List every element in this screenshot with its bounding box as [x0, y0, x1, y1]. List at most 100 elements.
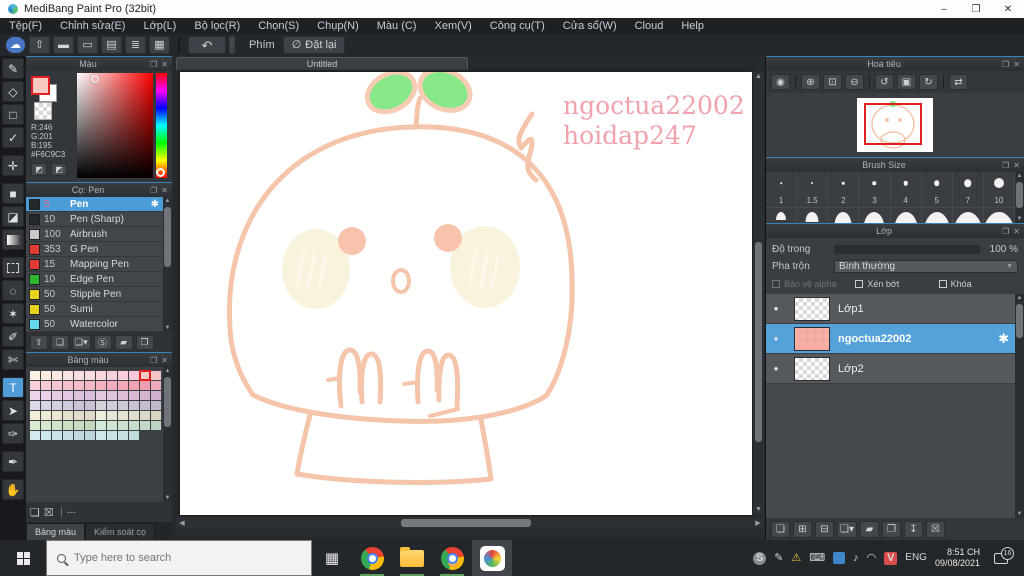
brush-settings-gear-icon[interactable]: ✱	[151, 199, 159, 210]
palette-swatch[interactable]	[96, 431, 106, 440]
close-icon[interactable]: ✕	[1013, 161, 1020, 170]
add-layer-button[interactable]: ❏	[771, 520, 790, 538]
brush-size-option[interactable]	[828, 208, 860, 223]
toolbar-drag-handle[interactable]: ⋮	[229, 36, 236, 54]
palette-swatch[interactable]	[30, 431, 40, 440]
palette-swatch[interactable]	[52, 381, 62, 390]
publish-icon[interactable]: ⇧	[29, 36, 50, 54]
brush-size-option[interactable]	[891, 208, 922, 223]
palette-swatch[interactable]	[41, 411, 51, 420]
tool-select-eraser[interactable]: ✄	[2, 349, 24, 370]
palette-swatch[interactable]	[129, 401, 139, 410]
palette-swatch[interactable]	[151, 371, 161, 380]
tool-shape[interactable]: □	[2, 104, 24, 125]
blend-mode-select[interactable]: Bình thường ▼	[834, 260, 1018, 273]
brush-item[interactable]: 5 Pen ✱	[26, 197, 163, 212]
duplicate-brush-button[interactable]: ❐	[135, 334, 154, 350]
navigator-thumbnail[interactable]	[857, 98, 933, 152]
menu-item-0[interactable]: Tệp(F)	[0, 20, 51, 32]
touch-keyboard-icon[interactable]: ⌨	[809, 552, 825, 564]
delete-layer-button[interactable]: ☒	[925, 520, 945, 538]
palette-swatch[interactable]	[96, 421, 106, 430]
brush-size-option[interactable]: 2	[828, 172, 860, 208]
opacity-slider[interactable]	[834, 245, 980, 254]
palette-swatch[interactable]	[85, 401, 95, 410]
menu-item-3[interactable]: Bộ lọc(R)	[185, 20, 249, 32]
add-1bit-layer-button[interactable]: ⊟	[815, 520, 834, 538]
document-tab[interactable]: Untitled	[176, 57, 468, 70]
layer-visibility-dot[interactable]: ●	[766, 334, 786, 343]
palette-swatch[interactable]	[151, 401, 161, 410]
tool-control-pen[interactable]: ✓	[2, 127, 24, 148]
tool-pen[interactable]: ✎	[2, 58, 24, 79]
layer-row[interactable]: ● ngoctua22002 ✱	[766, 324, 1015, 354]
menu-item-2[interactable]: Lớp(L)	[134, 20, 185, 32]
popout-icon[interactable]: ❐	[150, 60, 157, 69]
palette-swatch[interactable]	[41, 401, 51, 410]
color-history-button[interactable]: ◩	[31, 163, 47, 176]
reset-rotation-button[interactable]: ▣	[897, 74, 916, 90]
close-icon[interactable]: ✕	[161, 186, 168, 195]
palette-swatch[interactable]	[30, 381, 40, 390]
layer-row[interactable]: ● Lớp2	[766, 354, 1015, 384]
lock-checkbox[interactable]: Khóa	[938, 279, 1018, 289]
palette-swatch[interactable]	[151, 411, 161, 420]
close-icon[interactable]: ✕	[161, 356, 168, 365]
tool-marquee[interactable]	[2, 257, 24, 278]
palette-swatch[interactable]	[41, 421, 51, 430]
palette-swatch[interactable]	[85, 391, 95, 400]
hue-slider-marker[interactable]	[156, 168, 165, 177]
undo-button[interactable]: ↶	[188, 36, 226, 54]
brush-folder-button[interactable]: ▰	[114, 334, 133, 350]
security-warning-icon[interactable]: ⚠	[791, 552, 801, 564]
protect-alpha-checkbox[interactable]: Bảo vệ alpha	[772, 279, 851, 289]
tool-text[interactable]: T	[2, 377, 24, 398]
palette-swatch[interactable]	[52, 391, 62, 400]
add-script-brush-button[interactable]: Ⓢ	[93, 334, 112, 350]
palette-swatch[interactable]	[140, 381, 150, 390]
menu-item-8[interactable]: Công cụ(T)	[481, 20, 554, 32]
tool-divide[interactable]: ✑	[2, 423, 24, 444]
palette-swatch[interactable]	[96, 391, 106, 400]
tool-select-pen[interactable]: ✐	[2, 326, 24, 347]
popout-icon[interactable]: ❐	[150, 186, 157, 195]
layer-settings-gear-icon[interactable]: ✱	[998, 331, 1009, 347]
tool-hand[interactable]: ✋	[2, 479, 24, 500]
palette-swatch[interactable]	[63, 421, 73, 430]
tool-gradient[interactable]	[2, 229, 24, 250]
palette-swatch[interactable]	[52, 421, 62, 430]
brush-item[interactable]: 50 Watercolor	[26, 317, 163, 332]
palette-swatch[interactable]	[96, 371, 106, 380]
palette-swatch[interactable]	[107, 371, 117, 380]
restore-button[interactable]: ❐	[960, 0, 992, 18]
blue-app-icon[interactable]	[833, 552, 846, 564]
tool-bucket[interactable]: ◪	[2, 206, 24, 227]
palette-swatch[interactable]	[140, 401, 150, 410]
layers-scrollbar[interactable]: ▲ ▼	[1015, 294, 1024, 518]
language-indicator[interactable]: ENG	[905, 553, 927, 563]
palette-scrollbar[interactable]: ▲ ▼	[163, 367, 172, 502]
cloud-sync-icon[interactable]: ☁	[5, 36, 26, 54]
menu-item-5[interactable]: Chụp(N)	[308, 20, 368, 32]
palette-swatch[interactable]	[118, 411, 128, 420]
duplicate-layer-button[interactable]: ❐	[881, 520, 901, 538]
menu-item-6[interactable]: Màu (C)	[368, 20, 426, 32]
notification-center-button[interactable]: 16	[988, 546, 1014, 564]
palette-swatch[interactable]	[52, 411, 62, 420]
palette-swatch[interactable]	[118, 371, 128, 380]
window-layout-icon[interactable]: ▦	[149, 36, 170, 54]
palette-swatch[interactable]	[74, 401, 84, 410]
volume-icon[interactable]: ♪	[853, 552, 859, 564]
palette-swatch[interactable]	[63, 431, 73, 440]
add-brush-button[interactable]: ❏	[51, 334, 69, 350]
palette-swatch[interactable]	[63, 381, 73, 390]
menu-item-1[interactable]: Chỉnh sửa(E)	[51, 20, 134, 32]
delete-color-button[interactable]: ☒	[44, 506, 54, 519]
close-icon[interactable]: ✕	[1013, 60, 1020, 69]
menu-item-11[interactable]: Help	[672, 20, 713, 32]
palette-swatch[interactable]	[52, 371, 62, 380]
tool-select[interactable]: ■	[2, 183, 24, 204]
palette-swatch[interactable]	[63, 371, 73, 380]
brush-size-option[interactable]	[983, 208, 1015, 223]
brush-size-option[interactable]	[922, 208, 953, 223]
